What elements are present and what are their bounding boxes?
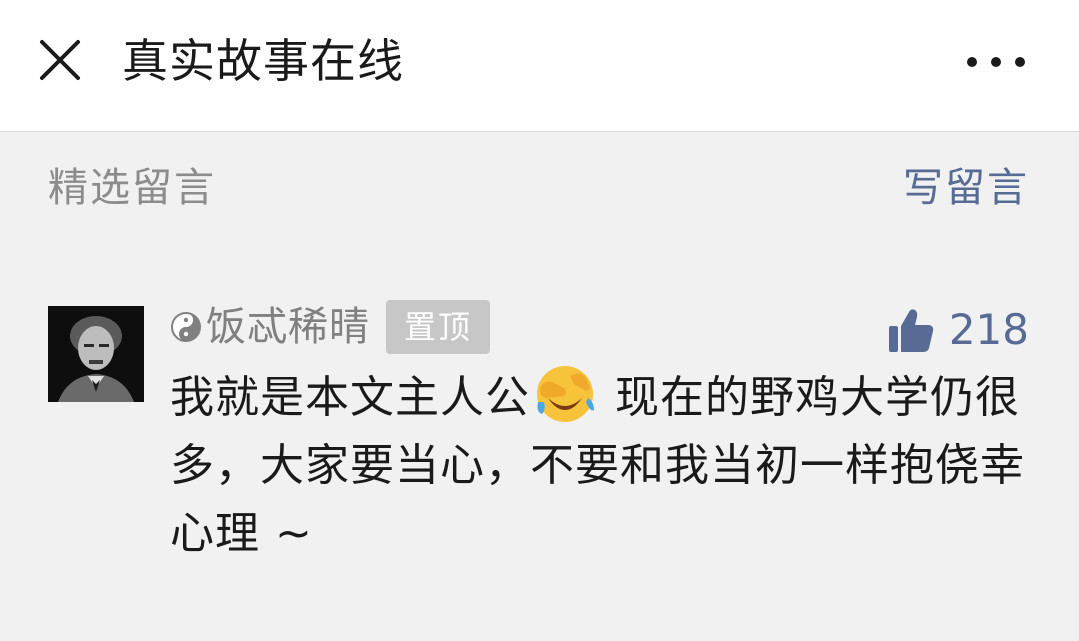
comment-author-name[interactable]: 饭忒稀晴 [206,300,370,354]
comment-text-part-1: 我就是本文主人公 [170,372,530,423]
like-count: 218 [948,305,1029,354]
write-comment-link[interactable]: 写留言 [903,162,1029,214]
close-icon[interactable] [30,30,90,90]
top-bar: 真实故事在线 [0,0,1079,132]
facepalm-crying-emoji-icon [537,366,594,422]
like-button[interactable]: 218 [887,300,1029,360]
avatar[interactable] [48,306,144,402]
more-options-icon[interactable] [958,40,1034,84]
comment-author-row: 饭忒稀晴 置顶 [170,300,491,354]
featured-comments-heading: 精选留言 [48,165,216,211]
thumbs-up-icon [888,309,933,352]
page-title: 真实故事在线 [122,34,404,88]
comment-body: 我就是本文主人公 现在的野鸡大学仍很多，大家要当心，不要和我当初一样抱侥幸心理 … [170,362,1030,568]
yin-yang-icon [171,312,201,342]
pinned-badge: 置顶 [386,300,491,354]
